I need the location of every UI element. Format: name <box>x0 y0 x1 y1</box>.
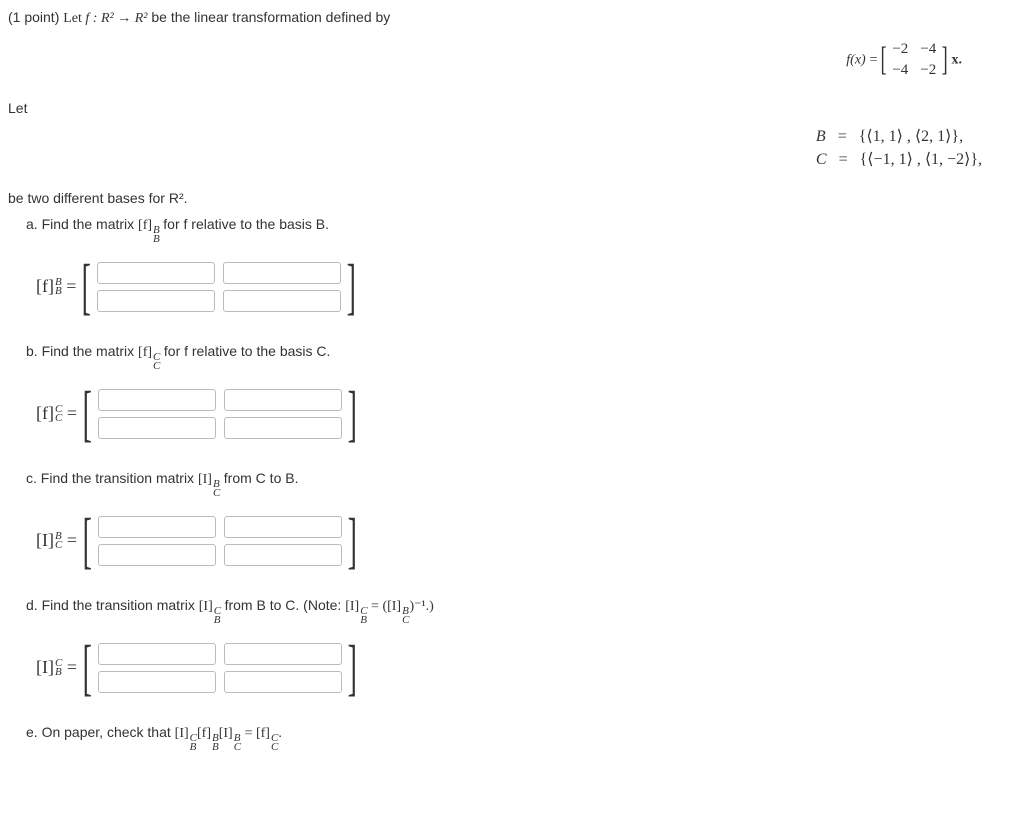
d-cell-12[interactable] <box>224 643 342 665</box>
a-cell-22[interactable] <box>223 290 341 312</box>
let-word: Let <box>63 11 85 26</box>
part-e-prompt: e. On paper, check that [I]CB[f]BB[I]BC … <box>26 723 1002 752</box>
b-cell-11[interactable] <box>98 389 216 411</box>
fx-tail: x. <box>952 52 963 67</box>
part-d-prompt: d. Find the transition matrix [I]CB from… <box>26 596 1002 625</box>
d-cell-22[interactable] <box>224 671 342 693</box>
problem-intro: (1 point) Let f : R² → R² be the linear … <box>8 8 1002 29</box>
c-cell-11[interactable] <box>98 516 216 538</box>
fx-matrix: [ −2−4 −4−2 ] <box>881 39 948 81</box>
c-cell-12[interactable] <box>224 516 342 538</box>
c-cell-21[interactable] <box>98 544 216 566</box>
b-cell-12[interactable] <box>224 389 342 411</box>
d-cell-21[interactable] <box>98 671 216 693</box>
points-label: (1 point) <box>8 9 59 25</box>
two-bases-line: be two different bases for R². <box>8 189 1002 209</box>
bases-definitions: B = {⟨1, 1⟩ , ⟨2, 1⟩}, C = {⟨−1, 1⟩ , ⟨1… <box>8 126 1002 171</box>
c-cell-22[interactable] <box>224 544 342 566</box>
part-c-prompt: c. Find the transition matrix [I]BC from… <box>26 469 1002 498</box>
b-cell-22[interactable] <box>224 417 342 439</box>
part-d-answer: [I]CB = [ ] <box>36 639 1002 697</box>
part-b-answer: [f]CC = [ ] <box>36 385 1002 443</box>
intro-tail: be the linear transformation defined by <box>151 9 390 25</box>
part-a-prompt: a. Find the matrix [f]BB for f relative … <box>26 215 1002 244</box>
part-a-answer: [f]BB = [ ] <box>36 258 1002 316</box>
part-b-prompt: b. Find the matrix [f]CC for f relative … <box>26 342 1002 371</box>
a-cell-11[interactable] <box>97 262 215 284</box>
function-map: f : R² → R² <box>85 11 147 26</box>
a-cell-21[interactable] <box>97 290 215 312</box>
d-cell-11[interactable] <box>98 643 216 665</box>
fx-equation: f(x) = [ −2−4 −4−2 ] x. <box>8 39 1002 81</box>
a-cell-12[interactable] <box>223 262 341 284</box>
let-line: Let <box>8 99 1002 119</box>
part-c-answer: [I]BC = [ ] <box>36 512 1002 570</box>
fx-lhs: f(x) <box>846 52 865 67</box>
b-cell-21[interactable] <box>98 417 216 439</box>
